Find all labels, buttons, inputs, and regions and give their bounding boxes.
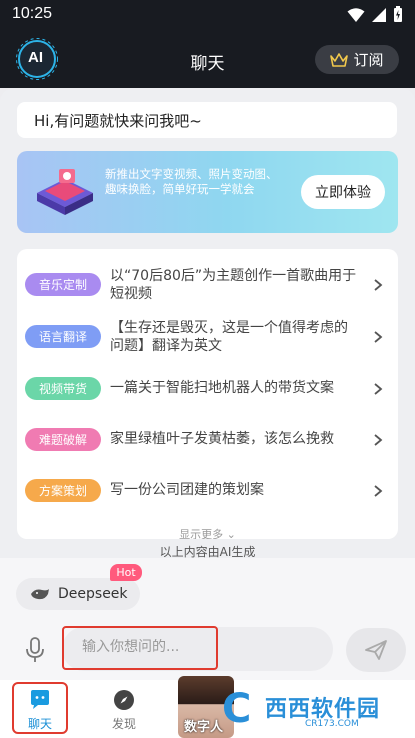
status-icons <box>347 6 403 23</box>
chevron-right-icon <box>374 279 383 291</box>
try-now-button[interactable]: 立即体验 <box>301 175 385 209</box>
status-bar: 10:25 <box>0 0 415 30</box>
suggestion-text: 【生存还是毁灭，这是一个值得考虑的问题】翻译为英文 <box>110 320 348 354</box>
promo-banner[interactable]: 新推出文字变视频、照片变动图、趣味换脸，简单好玩一学就会 立即体验 <box>17 151 398 233</box>
hot-badge: Hot <box>110 564 142 581</box>
suggestion-item[interactable]: 方案策划 写一份公司团建的策划案 <box>17 466 398 516</box>
chevron-right-icon <box>374 434 383 446</box>
greeting-bubble: Hi,有问题就快来问我吧~ <box>17 102 397 138</box>
wifi-icon <box>347 7 365 22</box>
suggestion-card: 音乐定制 以“70后80后”为主题创作一首歌曲用于短视频 语言翻译 【生存还是毁… <box>17 249 398 539</box>
video-device-illustration <box>37 169 93 215</box>
suggestion-text: 家里绿植叶子发黄枯萎，该怎么挽救 <box>110 431 334 447</box>
chevron-right-icon <box>374 485 383 497</box>
chevron-right-icon <box>374 331 383 343</box>
suggestion-tag: 方案策划 <box>25 479 101 502</box>
show-more-label: 显示更多 <box>179 528 224 539</box>
crown-icon <box>330 52 349 67</box>
signal-icon <box>372 7 386 22</box>
tab-digital-human[interactable]: 数字人 <box>184 716 223 735</box>
banner-text: 新推出文字变视频、照片变动图、趣味换脸，简单好玩一学就会 <box>105 167 278 196</box>
send-icon <box>365 640 387 660</box>
suggestion-tag: 语言翻译 <box>25 325 101 348</box>
tab-highlight-box <box>12 682 68 734</box>
app-header: AI 聊天 订阅 <box>0 30 415 88</box>
suggestion-item[interactable]: 音乐定制 以“70后80后”为主题创作一首歌曲用于短视频 <box>17 260 398 310</box>
compass-icon <box>114 690 134 710</box>
suggestion-tag: 难题破解 <box>25 428 101 451</box>
watermark-subtext: CR173.COM <box>305 719 359 729</box>
question-input[interactable] <box>82 639 312 655</box>
tab-label: 发现 <box>112 717 137 731</box>
suggestion-text: 一篇关于智能扫地机器人的带货文案 <box>110 380 334 396</box>
suggestion-tag: 音乐定制 <box>25 273 101 296</box>
watermark-logo-icon: C <box>222 686 252 732</box>
suggestion-item[interactable]: 难题破解 家里绿植叶子发黄枯萎，该怎么挽救 <box>17 415 398 465</box>
chevron-right-icon <box>374 383 383 395</box>
suggestion-text: 写一份公司团建的策划案 <box>110 482 264 498</box>
subscribe-label: 订阅 <box>353 51 384 69</box>
model-selector[interactable]: Deepseek <box>16 578 140 610</box>
model-name: Deepseek <box>58 586 128 602</box>
suggestion-text: 以“70后80后”为主题创作一首歌曲用于短视频 <box>110 268 357 302</box>
battery-icon <box>394 6 402 22</box>
show-more-link[interactable]: 显示更多 ⌄ <box>17 526 398 539</box>
tab-discover[interactable]: 发现 <box>112 688 136 732</box>
send-button[interactable] <box>346 628 406 672</box>
whale-icon <box>31 589 49 600</box>
microphone-icon[interactable] <box>24 637 46 663</box>
suggestion-item[interactable]: 视频带货 一篇关于智能扫地机器人的带货文案 <box>17 364 398 414</box>
subscribe-button[interactable]: 订阅 <box>315 45 399 74</box>
suggestion-tag: 视频带货 <box>25 377 101 400</box>
status-time: 10:25 <box>12 5 53 22</box>
suggestion-item[interactable]: 语言翻译 【生存还是毁灭，这是一个值得考虑的问题】翻译为英文 <box>17 312 398 362</box>
